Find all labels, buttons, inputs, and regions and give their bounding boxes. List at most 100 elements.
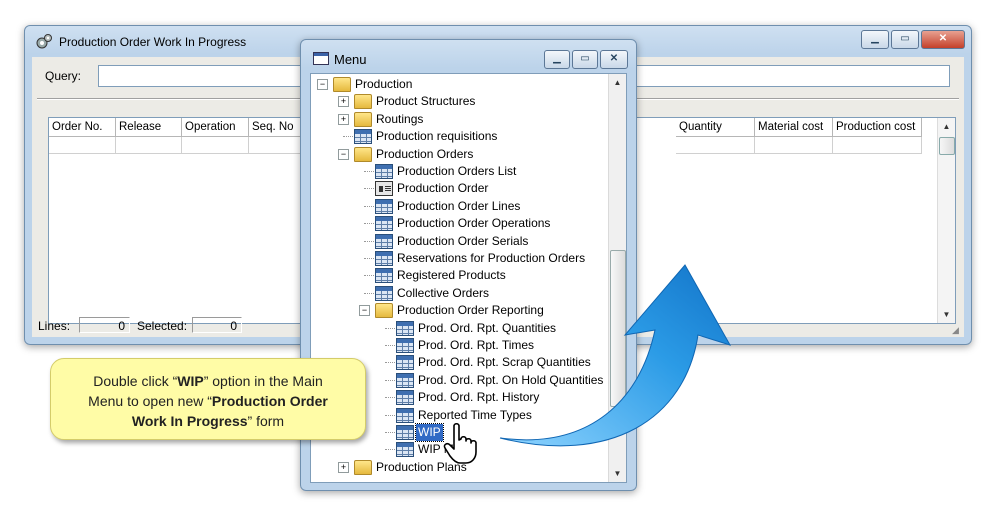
- column-header-material-cost[interactable]: Material cost: [755, 118, 833, 137]
- menu-item-label: Product Structures: [376, 94, 476, 109]
- scroll-down-icon[interactable]: ▼: [609, 465, 626, 482]
- resize-grip-icon[interactable]: ◢: [952, 325, 962, 335]
- menu-item-label: Reservations for Production Orders: [397, 251, 586, 265]
- menu-item-production-order-operations[interactable]: Production Order Operations: [311, 215, 606, 232]
- gears-icon: [36, 34, 52, 49]
- folder-icon: [354, 459, 372, 475]
- menu-item-label: Production Orders: [376, 146, 474, 161]
- collapse-icon[interactable]: −: [359, 305, 370, 317]
- column-header-order-no[interactable]: Order No.: [49, 118, 116, 137]
- table-icon: [396, 338, 414, 353]
- menu-item-label: Collective Orders: [397, 285, 490, 300]
- grid-cell[interactable]: [116, 137, 182, 154]
- table-icon: [396, 355, 414, 371]
- form-icon: [375, 181, 393, 197]
- callout-bold: Production Order: [211, 393, 328, 409]
- callout-bold: WIP: [177, 373, 204, 389]
- menu-item-label: Production Order Lines: [397, 198, 521, 213]
- menu-title-bar[interactable]: Menu ▁ ▭ ✕: [301, 40, 636, 70]
- menu-item-prod-ord-rpt-times[interactable]: Prod. Ord. Rpt. Times: [311, 337, 606, 354]
- menu-item-label: Production: [355, 77, 413, 91]
- menu-maximize-button[interactable]: ▭: [572, 50, 598, 69]
- column-header-quantity[interactable]: Quantity: [676, 118, 755, 137]
- expand-icon[interactable]: +: [338, 461, 349, 473]
- grid-scrollbar[interactable]: ▲ ▼: [937, 118, 955, 323]
- menu-item-production-orders-list[interactable]: Production Orders List: [311, 163, 606, 180]
- menu-item-label: Production Orders List: [397, 164, 517, 178]
- folder-open-icon: [333, 77, 351, 92]
- folder-open-icon: [375, 303, 393, 319]
- folder-icon: [354, 94, 372, 110]
- column-header-release[interactable]: Release: [116, 118, 182, 137]
- menu-item-production-order[interactable]: Production Order: [311, 180, 606, 197]
- folder-icon: [354, 111, 372, 127]
- menu-item-label: Prod. Ord. Rpt. Quantities: [418, 320, 557, 335]
- grid-cell[interactable]: [755, 137, 833, 154]
- menu-item-product-structures[interactable]: + Product Structures: [311, 93, 606, 110]
- hand-cursor-icon: [443, 422, 477, 464]
- menu-item-label: Routings: [376, 111, 424, 126]
- grid-cell[interactable]: [833, 137, 922, 154]
- menu-item-production-requisitions[interactable]: Production requisitions: [311, 128, 606, 145]
- menu-scrollbar[interactable]: ▲ ▼: [608, 74, 626, 482]
- menu-title: Menu: [334, 52, 367, 67]
- menu-scroll-thumb[interactable]: [610, 250, 626, 407]
- menu-item-production-order-reporting[interactable]: − Production Order Reporting: [311, 302, 606, 319]
- callout-text: Double click “: [93, 373, 178, 389]
- window-icon: [313, 52, 329, 65]
- table-icon: [396, 390, 414, 406]
- table-icon: [396, 407, 414, 423]
- table-icon: [396, 425, 414, 440]
- callout-text: ” option in the Main: [203, 373, 323, 389]
- menu-item-label: Production Order: [397, 181, 489, 196]
- collapse-icon[interactable]: −: [317, 79, 328, 90]
- menu-item-label: Prod. Ord. Rpt. On Hold Quantities: [418, 372, 604, 387]
- menu-item-routings[interactable]: + Routings: [311, 111, 606, 128]
- query-label: Query:: [45, 69, 82, 83]
- menu-item-registered-products[interactable]: Registered Products: [311, 267, 606, 284]
- menu-item-prod-ord-rpt-quantities[interactable]: Prod. Ord. Rpt. Quantities: [311, 320, 606, 337]
- menu-item-production[interactable]: − Production: [311, 76, 606, 93]
- menu-item-label: WIP: [415, 423, 444, 442]
- folder-open-icon: [354, 146, 372, 162]
- column-header-production-cost[interactable]: Production cost: [833, 118, 922, 137]
- selected-label: Selected:: [137, 319, 188, 333]
- column-header-operation[interactable]: Operation: [182, 118, 249, 137]
- menu-item-collective-orders[interactable]: Collective Orders: [311, 285, 606, 302]
- table-icon: [396, 372, 414, 388]
- menu-item-label: Production Order Operations: [397, 216, 551, 231]
- scroll-thumb[interactable]: [939, 137, 955, 155]
- table-icon: [375, 233, 393, 249]
- menu-item-production-order-lines[interactable]: Production Order Lines: [311, 198, 606, 215]
- collapse-icon[interactable]: −: [338, 148, 349, 160]
- scroll-up-icon[interactable]: ▲: [938, 118, 955, 135]
- menu-item-production-order-serials[interactable]: Production Order Serials: [311, 233, 606, 250]
- grid-cell[interactable]: [182, 137, 249, 154]
- menu-close-button[interactable]: ✕: [600, 50, 628, 69]
- callout-text: ” form: [247, 413, 285, 429]
- table-icon: [375, 216, 393, 232]
- scroll-up-icon[interactable]: ▲: [609, 74, 626, 91]
- table-icon: [396, 442, 414, 458]
- maximize-button[interactable]: ▭: [891, 30, 919, 49]
- menu-minimize-button[interactable]: ▁: [544, 50, 570, 69]
- minimize-button[interactable]: ▁: [861, 30, 889, 49]
- menu-item-label: Production requisitions: [376, 129, 498, 144]
- grid-cell[interactable]: [676, 137, 755, 154]
- lines-label: Lines:: [38, 319, 71, 333]
- instruction-callout: Double click “WIP” option in the Main Me…: [50, 358, 366, 440]
- table-icon: [375, 268, 393, 284]
- expand-icon[interactable]: +: [338, 113, 349, 125]
- selected-count: 0: [192, 317, 242, 333]
- callout-bold: Work In Progress: [131, 413, 248, 429]
- table-icon: [354, 129, 372, 145]
- menu-item-label: Prod. Ord. Rpt. Times: [418, 338, 535, 352]
- grid-cell[interactable]: [49, 137, 116, 154]
- table-icon: [375, 198, 393, 214]
- menu-item-production-orders[interactable]: − Production Orders: [311, 146, 606, 163]
- menu-item-label: Prod. Ord. Rpt. Scrap Quantities: [418, 355, 591, 370]
- expand-icon[interactable]: +: [338, 96, 349, 108]
- close-button[interactable]: ✕: [921, 30, 965, 49]
- menu-item-reservations-for-production-orders[interactable]: Reservations for Production Orders: [311, 250, 606, 267]
- table-icon: [375, 251, 393, 266]
